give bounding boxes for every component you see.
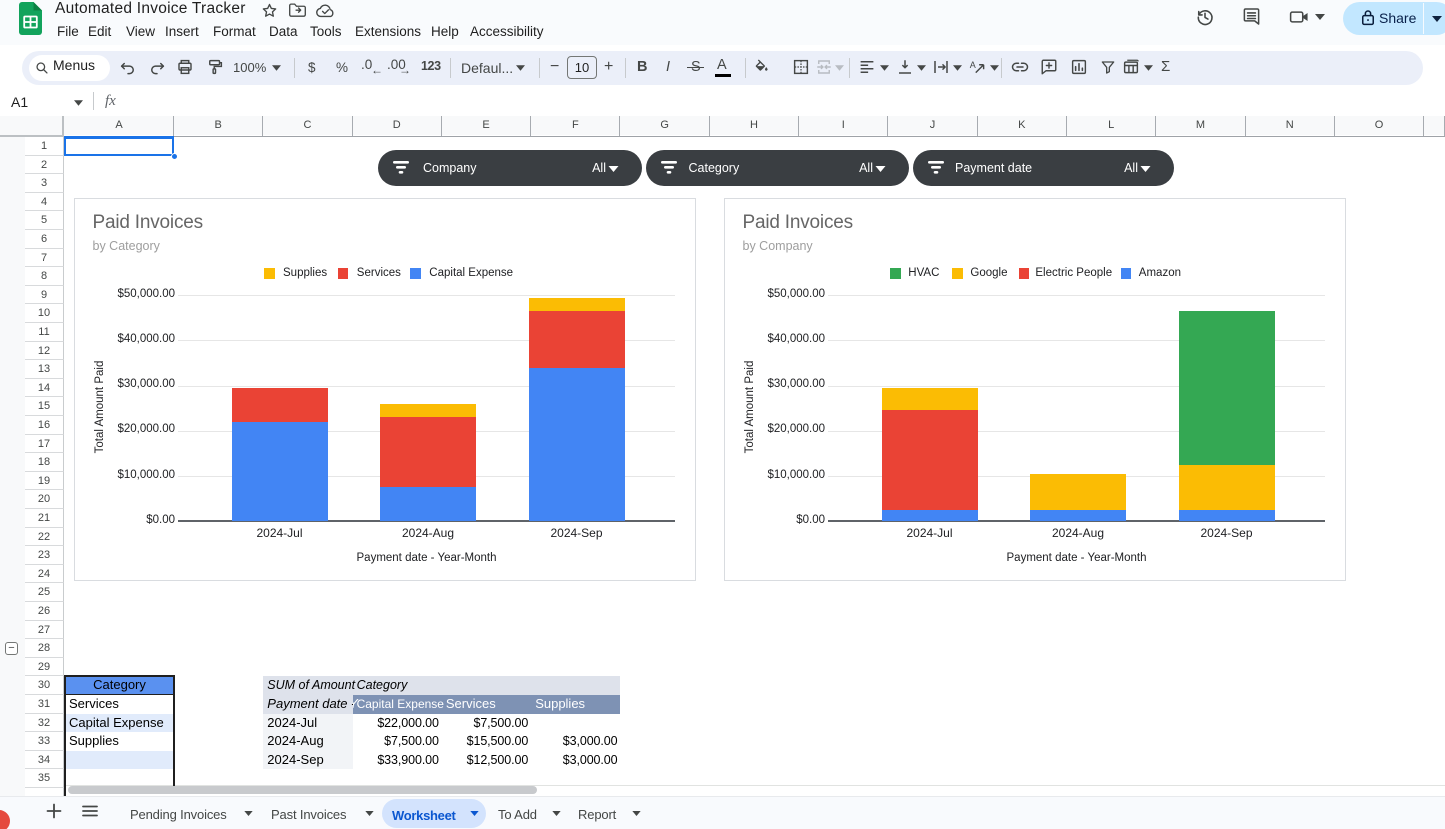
svg-text:A: A: [970, 60, 976, 70]
